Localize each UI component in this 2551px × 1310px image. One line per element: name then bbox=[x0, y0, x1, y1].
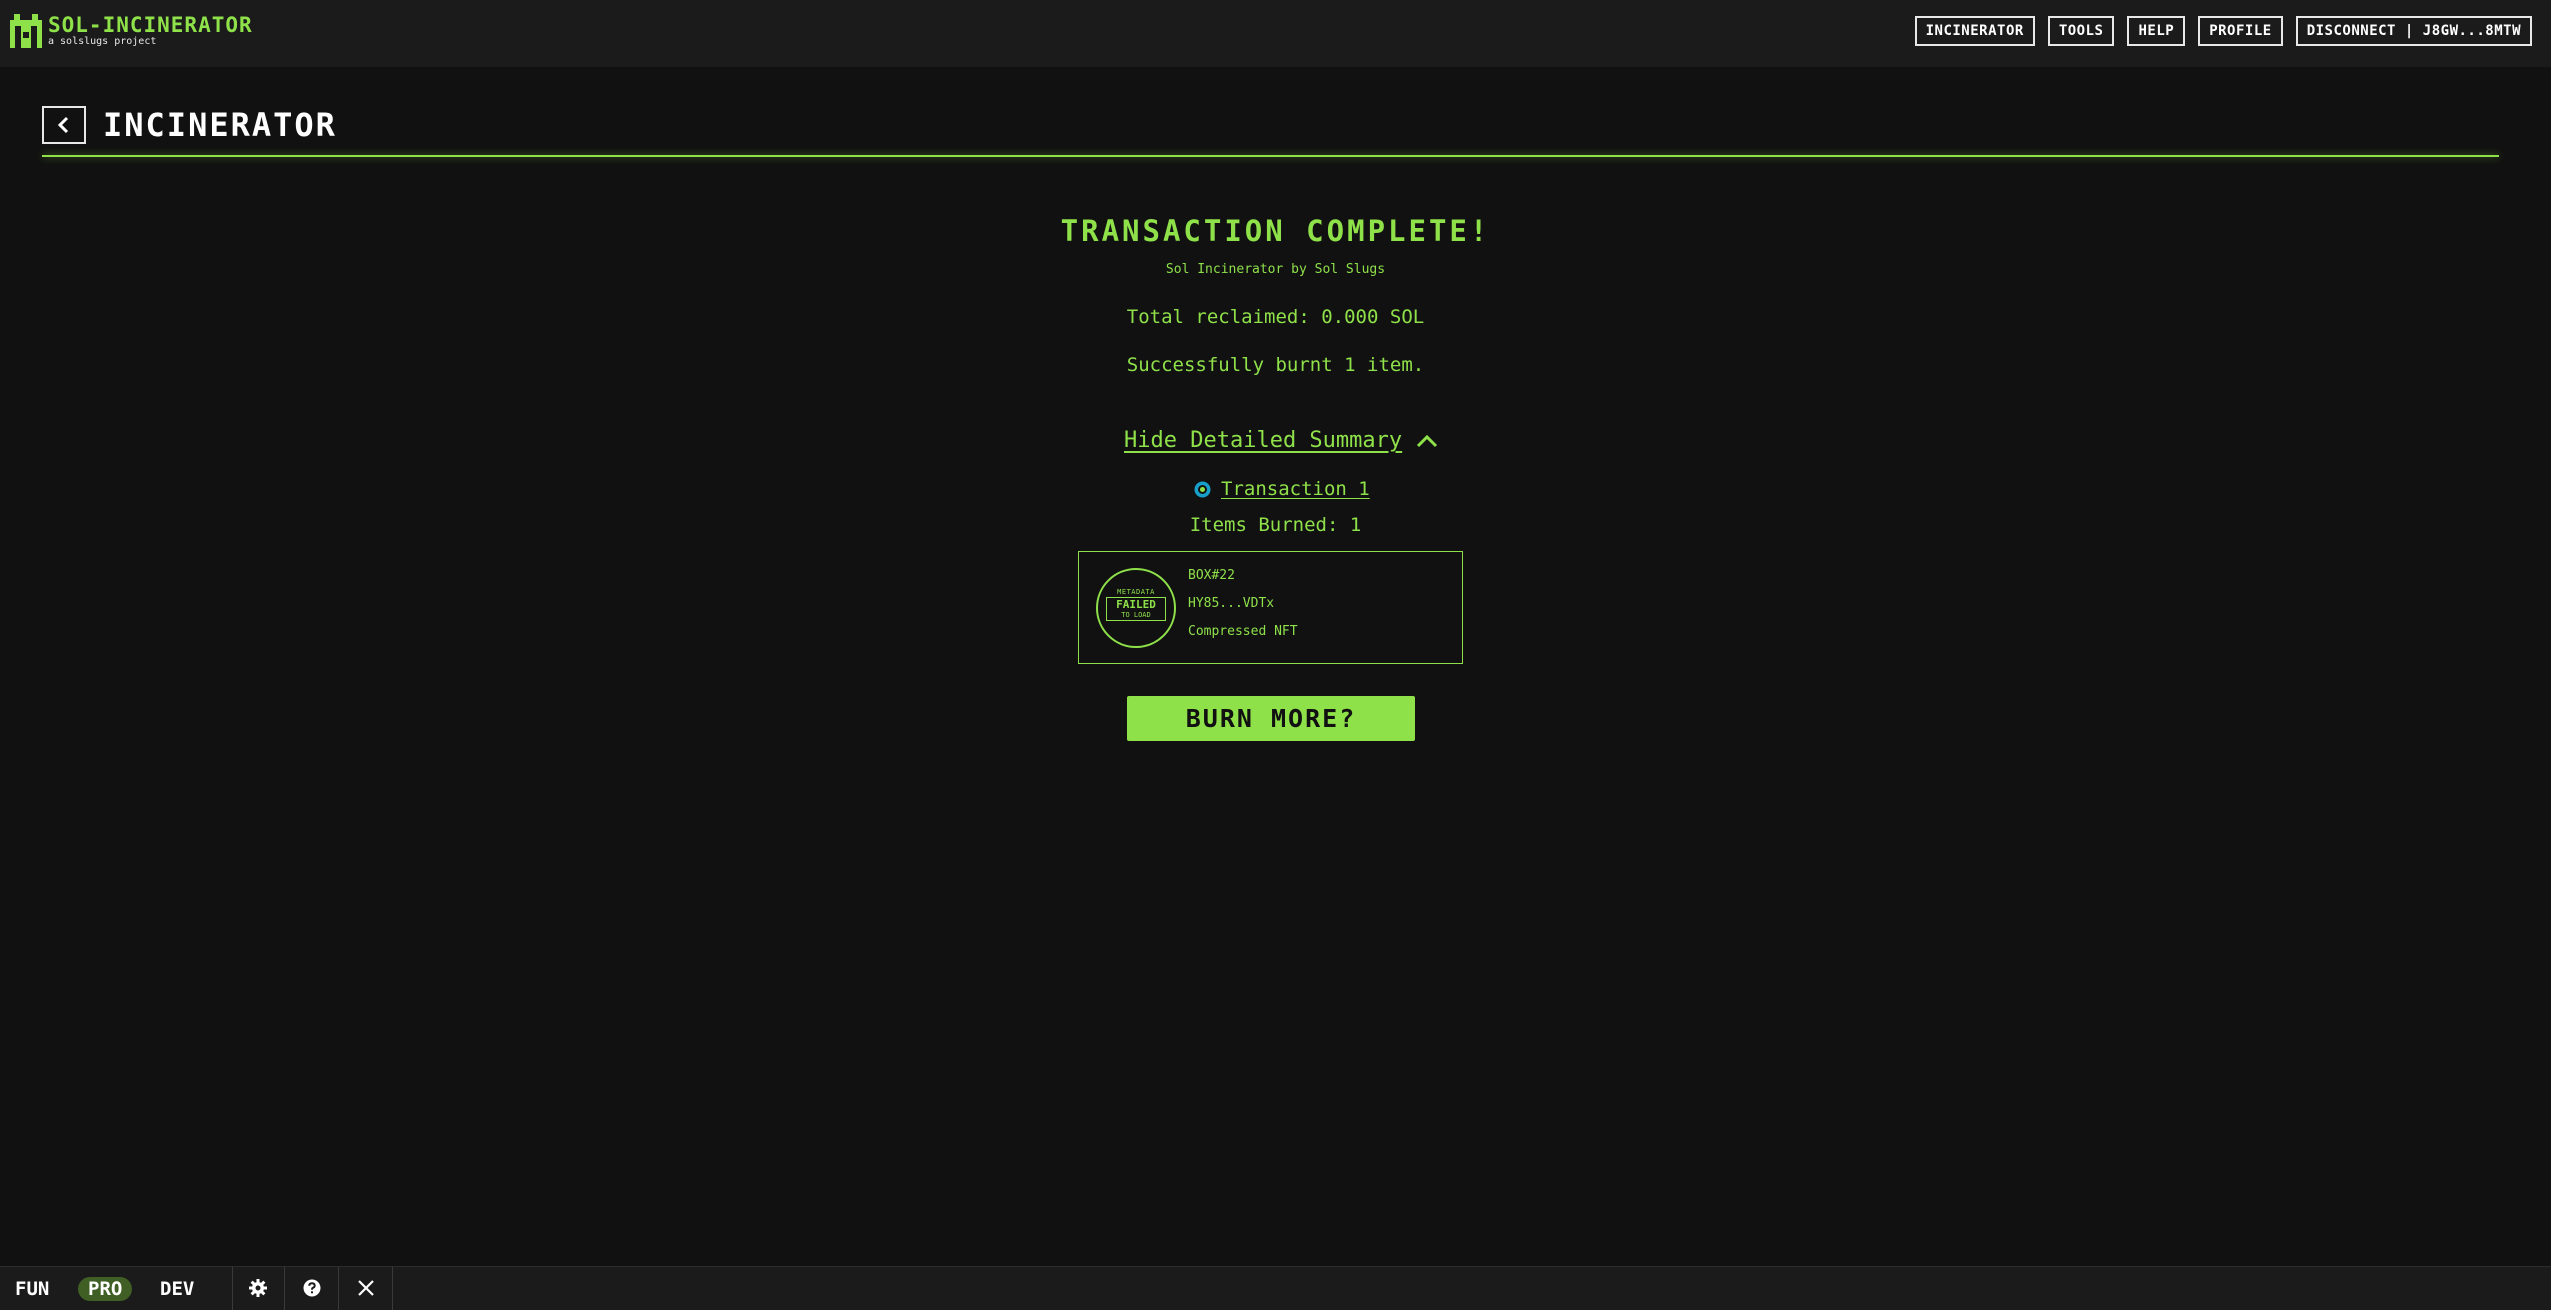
help-button[interactable] bbox=[302, 1278, 322, 1298]
settings-button[interactable] bbox=[248, 1278, 268, 1298]
mode-dev-toggle[interactable]: DEV bbox=[160, 1277, 194, 1301]
nft-type: Compressed NFT bbox=[1188, 624, 1298, 639]
nft-info: BOX#22 HY85...VDTx Compressed NFT bbox=[1188, 567, 1298, 651]
footer-divider bbox=[232, 1267, 233, 1310]
nav-profile-button[interactable]: PROFILE bbox=[2198, 16, 2283, 46]
bottom-bar: FUN PRO DEV bbox=[0, 1266, 2551, 1310]
back-button[interactable] bbox=[42, 106, 86, 144]
nav-tools-button[interactable]: TOOLS bbox=[2047, 16, 2115, 46]
page-title: INCINERATOR bbox=[103, 106, 337, 144]
mode-pro-toggle[interactable]: PRO bbox=[78, 1277, 133, 1301]
burnt-message: Successfully burnt 1 item. bbox=[1126, 354, 1425, 376]
chevron-up-icon bbox=[1417, 434, 1438, 447]
top-bar: SOL-INCINERATOR a solslugs project INCIN… bbox=[0, 0, 2551, 67]
items-burned: Items Burned: 1 bbox=[1189, 514, 1362, 536]
thumb-failed-text: FAILED bbox=[1116, 598, 1156, 611]
nav-help-button[interactable]: HELP bbox=[2127, 16, 2186, 46]
logo-subtitle: a solslugs project bbox=[48, 36, 157, 47]
x-link-button[interactable] bbox=[356, 1278, 376, 1298]
incinerator-logo-icon bbox=[10, 14, 42, 48]
burn-more-button[interactable]: BURN MORE? bbox=[1127, 696, 1415, 741]
logo-title: SOL-INCINERATOR bbox=[48, 13, 253, 37]
x-logo-icon bbox=[358, 1280, 374, 1296]
hide-summary-toggle[interactable]: Hide Detailed Summary bbox=[1124, 428, 1438, 453]
thumb-to-load-text: TO LOAD bbox=[1121, 611, 1151, 619]
thumb-metadata-text: METADATA bbox=[1117, 588, 1155, 596]
explorer-icon bbox=[1194, 481, 1211, 497]
top-nav: INCINERATOR TOOLS HELP PROFILE DISCONNEC… bbox=[1914, 16, 2532, 46]
burned-nft-card: METADATA FAILED TO LOAD BOX#22 HY85...VD… bbox=[1078, 551, 1463, 664]
footer-divider bbox=[392, 1267, 393, 1310]
summary-toggle-label: Hide Detailed Summary bbox=[1124, 428, 1403, 453]
footer-divider bbox=[284, 1267, 285, 1310]
nft-name: BOX#22 bbox=[1188, 568, 1235, 583]
mode-fun-toggle[interactable]: FUN bbox=[15, 1277, 49, 1301]
transaction-link-label: Transaction 1 bbox=[1221, 478, 1370, 500]
gear-icon bbox=[249, 1279, 267, 1297]
logo[interactable]: SOL-INCINERATOR a solslugs project bbox=[10, 14, 253, 48]
footer-divider bbox=[338, 1267, 339, 1310]
chevron-left-icon bbox=[57, 116, 69, 134]
transaction-link[interactable]: Transaction 1 bbox=[1194, 478, 1370, 500]
thumb-failed-box: FAILED TO LOAD bbox=[1106, 597, 1166, 621]
total-reclaimed: Total reclaimed: 0.000 SOL bbox=[1126, 306, 1425, 328]
transaction-complete-title: TRANSACTION COMPLETE! bbox=[1060, 214, 1491, 248]
nft-address: HY85...VDTx bbox=[1188, 596, 1275, 611]
header-divider bbox=[42, 155, 2499, 157]
nft-thumbnail: METADATA FAILED TO LOAD bbox=[1096, 568, 1176, 648]
disconnect-wallet-button[interactable]: DISCONNECT | J8GW...8MTW bbox=[2295, 16, 2532, 46]
nav-incinerator-button[interactable]: INCINERATOR bbox=[1914, 16, 2035, 46]
help-icon bbox=[303, 1279, 321, 1297]
result-subtitle: Sol Incinerator by Sol Slugs bbox=[1165, 262, 1386, 277]
